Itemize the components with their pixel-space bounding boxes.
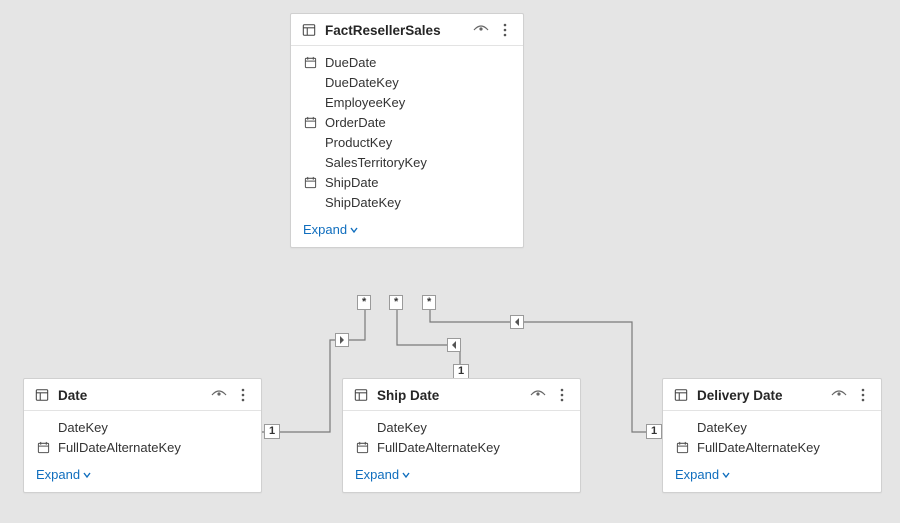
field-row[interactable]: ShipDateKey xyxy=(291,192,523,212)
cardinality-star-date: * xyxy=(357,295,371,310)
cardinality-one-delivery: 1 xyxy=(646,424,662,439)
field-row[interactable]: DueDateKey xyxy=(291,72,523,92)
table-title: Delivery Date xyxy=(697,388,823,403)
field-label: FullDateAlternateKey xyxy=(377,440,500,455)
table-delivery-date[interactable]: Delivery Date DateKey FullDateAlternateKe… xyxy=(662,378,882,493)
field-row[interactable]: FullDateAlternateKey xyxy=(24,437,261,457)
field-row[interactable]: SalesTerritoryKey xyxy=(291,152,523,172)
field-label: DateKey xyxy=(377,420,427,435)
field-label: FullDateAlternateKey xyxy=(58,440,181,455)
cardinality-star-ship: * xyxy=(389,295,403,310)
field-label: DateKey xyxy=(697,420,747,435)
more-icon[interactable] xyxy=(554,387,570,403)
table-header: Date xyxy=(24,379,261,411)
expand-link[interactable]: Expand xyxy=(355,467,411,482)
date-icon xyxy=(675,441,689,454)
field-row[interactable]: FullDateAlternateKey xyxy=(663,437,881,457)
table-fields: DateKey FullDateAlternateKey xyxy=(343,411,580,461)
field-label: ShipDateKey xyxy=(325,195,401,210)
expand-link[interactable]: Expand xyxy=(36,467,92,482)
table-icon xyxy=(301,22,317,38)
field-row[interactable]: ProductKey xyxy=(291,132,523,152)
field-label: DueDateKey xyxy=(325,75,399,90)
more-icon[interactable] xyxy=(235,387,251,403)
cardinality-star-delivery: * xyxy=(422,295,436,310)
field-label: EmployeeKey xyxy=(325,95,405,110)
cardinality-one-date: 1 xyxy=(264,424,280,439)
table-header: FactResellerSales xyxy=(291,14,523,46)
field-label: OrderDate xyxy=(325,115,386,130)
more-icon[interactable] xyxy=(497,22,513,38)
table-icon xyxy=(34,387,50,403)
date-icon xyxy=(355,441,369,454)
table-header: Ship Date xyxy=(343,379,580,411)
field-label: ProductKey xyxy=(325,135,392,150)
table-title: FactResellerSales xyxy=(325,23,465,38)
visibility-icon[interactable] xyxy=(211,387,227,403)
field-label: FullDateAlternateKey xyxy=(697,440,820,455)
visibility-icon[interactable] xyxy=(473,22,489,38)
field-label: SalesTerritoryKey xyxy=(325,155,427,170)
table-title: Date xyxy=(58,388,203,403)
date-icon xyxy=(303,56,317,69)
relationship-direction-delivery xyxy=(510,315,524,329)
field-row[interactable]: OrderDate xyxy=(291,112,523,132)
table-header: Delivery Date xyxy=(663,379,881,411)
table-icon xyxy=(353,387,369,403)
field-row[interactable]: DateKey xyxy=(343,417,580,437)
field-row[interactable]: DateKey xyxy=(663,417,881,437)
table-icon xyxy=(673,387,689,403)
field-row[interactable]: DueDate xyxy=(291,52,523,72)
date-icon xyxy=(303,176,317,189)
table-fields: DateKey FullDateAlternateKey xyxy=(24,411,261,461)
relationship-direction-ship xyxy=(447,338,461,352)
more-icon[interactable] xyxy=(855,387,871,403)
visibility-icon[interactable] xyxy=(831,387,847,403)
field-row[interactable]: FullDateAlternateKey xyxy=(343,437,580,457)
field-label: DueDate xyxy=(325,55,376,70)
date-icon xyxy=(36,441,50,454)
field-row[interactable]: EmployeeKey xyxy=(291,92,523,112)
field-label: ShipDate xyxy=(325,175,378,190)
table-fields: DateKey FullDateAlternateKey xyxy=(663,411,881,461)
table-fields: DueDate DueDateKey EmployeeKey OrderDate Pro… xyxy=(291,46,523,216)
visibility-icon[interactable] xyxy=(530,387,546,403)
table-title: Ship Date xyxy=(377,388,522,403)
relationship-direction-date xyxy=(335,333,349,347)
field-row[interactable]: ShipDate xyxy=(291,172,523,192)
table-fact-reseller-sales[interactable]: FactResellerSales DueDate DueDateKey Emplo… xyxy=(290,13,524,248)
field-row[interactable]: DateKey xyxy=(24,417,261,437)
table-ship-date[interactable]: Ship Date DateKey FullDateAlternateKey Ex… xyxy=(342,378,581,493)
date-icon xyxy=(303,116,317,129)
expand-link[interactable]: Expand xyxy=(675,467,731,482)
cardinality-one-ship: 1 xyxy=(453,364,469,379)
table-date[interactable]: Date DateKey FullDateAlternateKey Expand xyxy=(23,378,262,493)
expand-link[interactable]: Expand xyxy=(303,222,359,237)
field-label: DateKey xyxy=(58,420,108,435)
